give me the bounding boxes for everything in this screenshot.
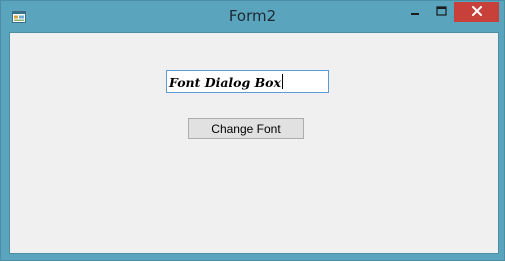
- font-textbox[interactable]: Font Dialog Box: [166, 70, 329, 93]
- maximize-button[interactable]: [428, 2, 454, 22]
- change-font-button[interactable]: Change Font: [188, 118, 304, 139]
- title-bar[interactable]: Form2: [1, 1, 504, 32]
- form2-window: Form2 Font Dialog Box Change Font: [0, 0, 505, 261]
- form-client-area: Font Dialog Box Change Font: [9, 32, 499, 254]
- close-button[interactable]: [454, 2, 499, 22]
- minimize-button[interactable]: [402, 2, 428, 22]
- textbox-value: Font Dialog Box: [169, 75, 281, 90]
- text-caret: [281, 74, 283, 89]
- minimize-icon: [410, 3, 420, 21]
- close-icon: [471, 3, 482, 21]
- maximize-icon: [435, 3, 447, 21]
